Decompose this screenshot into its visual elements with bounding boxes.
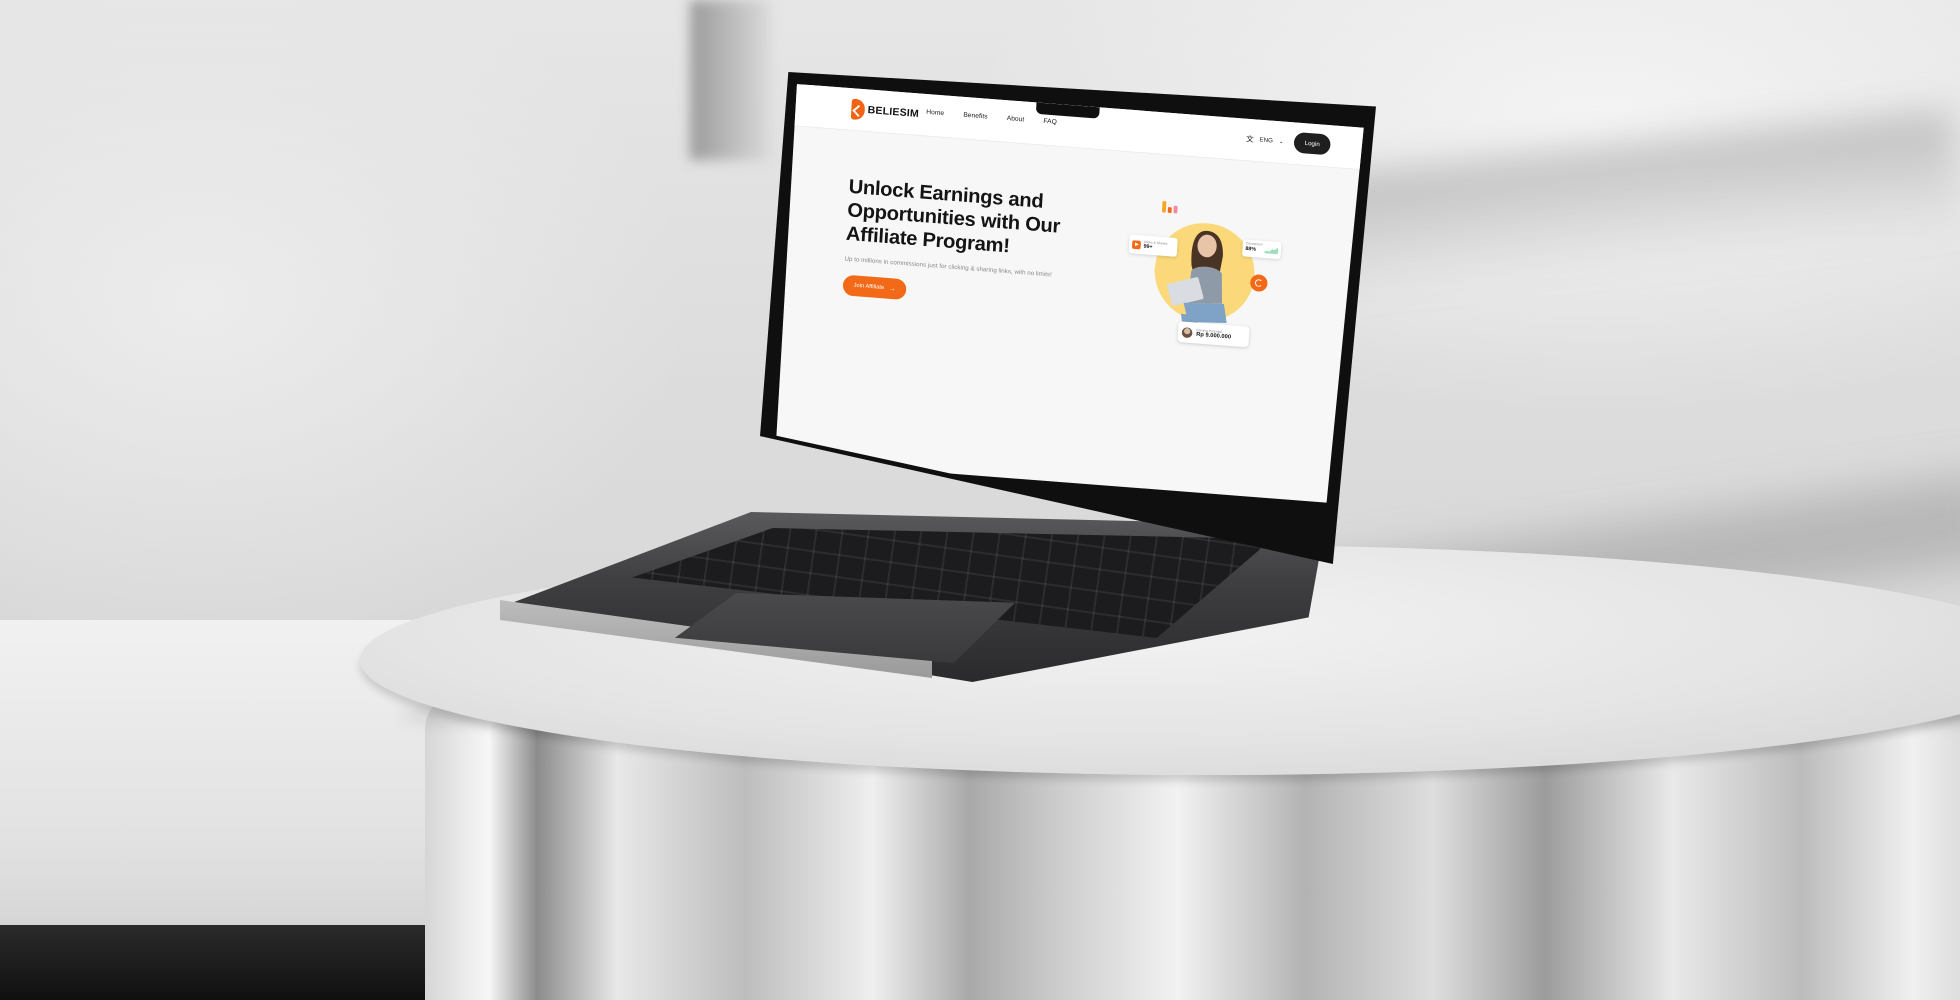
login-button[interactable]: Login [1293,131,1332,156]
nav-link-benefits[interactable]: Benefits [963,112,988,120]
clicks-card: Clicks & Shares 99+ [1128,234,1178,257]
camera-notch [1035,102,1100,119]
play-icon [1131,239,1142,249]
arrow-right-icon: → [888,285,896,293]
laptop-screen: BELIESIM Home Benefits About FAQ 文 ENG ⌄… [769,84,1365,554]
brand-logo[interactable]: BELIESIM [850,98,920,125]
brand-name: BELIESIM [867,104,920,120]
translate-icon: 文 [1245,134,1254,144]
conversion-card: Conversion 88% [1242,239,1282,260]
join-affiliate-button[interactable]: Join Affiliate → [842,274,907,301]
earnings-card: Earning Potential Rp 9.000.000 [1177,321,1250,348]
bar-icon [1161,200,1167,213]
website-page: BELIESIM Home Benefits About FAQ 文 ENG ⌄… [775,84,1365,506]
area-chart-icon [1264,247,1279,255]
clicks-card-value: 99+ [1143,243,1153,251]
pie-chart-icon [1249,273,1268,293]
trackpad [675,593,1015,663]
logo-mark-icon [850,98,866,121]
bar-chart-icon [1161,200,1180,214]
hero-title: Unlock Earnings and Opportunities with O… [845,175,1061,258]
nav-link-about[interactable]: About [1006,115,1024,123]
join-affiliate-label: Join Affiliate [853,282,885,291]
bar-icon [1167,207,1172,214]
hero-illustration: Clicks & Shares 99+ Conversion 88% Earni… [1123,197,1295,369]
language-selector[interactable]: 文 ENG ⌄ [1246,134,1284,147]
avatar [1181,326,1193,338]
laptop: BELIESIM Home Benefits About FAQ 文 ENG ⌄… [0,0,1960,1000]
nav-link-faq[interactable]: FAQ [1043,118,1057,126]
language-label: ENG [1259,136,1274,145]
nav-link-home[interactable]: Home [926,109,944,117]
conversion-card-value: 88% [1245,245,1257,253]
chevron-down-icon: ⌄ [1278,139,1284,146]
bar-icon [1173,205,1178,214]
